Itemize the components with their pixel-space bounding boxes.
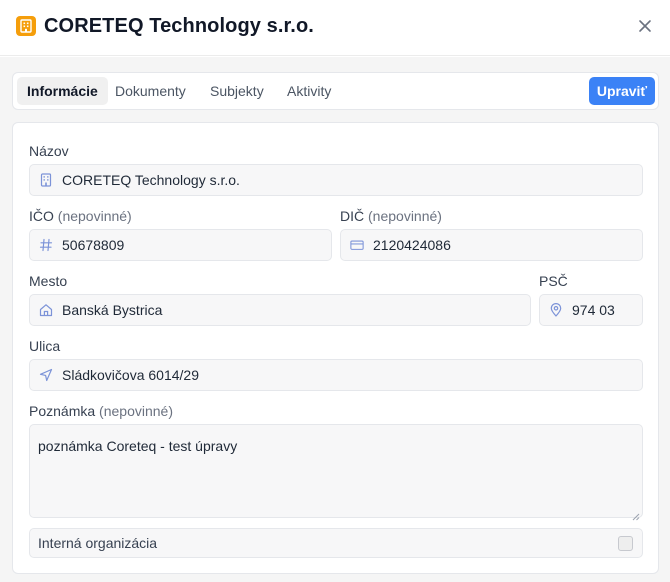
- name-value: CORETEQ Technology s.r.o.: [62, 172, 240, 188]
- dialog-header: CORETEQ Technology s.r.o.: [0, 0, 670, 56]
- street-value: Sládkovičova 6014/29: [62, 367, 199, 383]
- home-icon: [39, 303, 53, 317]
- dic-label-text: DIČ: [340, 208, 365, 224]
- dic-field[interactable]: 2120424086: [340, 229, 643, 261]
- optional-hint: (nepovinné): [368, 208, 442, 224]
- card-icon: [350, 238, 364, 252]
- note-textarea[interactable]: poznámka Coreteq - test úpravy: [29, 424, 643, 521]
- dic-value: 2120424086: [373, 237, 451, 253]
- ico-label: IČO (nepovinné): [29, 207, 132, 225]
- tab-subjekty[interactable]: Subjekty: [200, 77, 274, 105]
- tab-dokumenty[interactable]: Dokumenty: [105, 77, 196, 105]
- map-pin-icon: [549, 303, 563, 317]
- internal-org-checkbox[interactable]: [618, 536, 633, 551]
- ico-label-text: IČO: [29, 208, 54, 224]
- name-label: Názov: [29, 143, 69, 159]
- zip-field[interactable]: 974 03: [539, 294, 643, 326]
- zip-label: PSČ: [539, 273, 568, 289]
- building-icon: [39, 173, 53, 187]
- optional-hint: (nepovinné): [57, 208, 132, 224]
- internal-org-label: Interná organizácia: [38, 535, 158, 551]
- city-field[interactable]: Banská Bystrica: [29, 294, 531, 326]
- ico-field[interactable]: 50678809: [29, 229, 332, 261]
- city-value: Banská Bystrica: [62, 302, 163, 318]
- street-label: Ulica: [29, 338, 61, 354]
- optional-hint: (nepovinné): [99, 403, 173, 419]
- note-label-text: Poznámka: [29, 403, 96, 419]
- ico-value: 50678809: [62, 237, 125, 253]
- internal-org-row[interactable]: Interná organizácia: [29, 528, 643, 558]
- edit-button[interactable]: Upraviť: [589, 77, 655, 105]
- dialog-title: CORETEQ Technology s.r.o.: [44, 15, 314, 37]
- note-label: Poznámka (nepovinné): [29, 402, 173, 420]
- close-icon[interactable]: [636, 17, 654, 35]
- navigation-icon: [39, 368, 53, 382]
- tab-bar: Informácie Dokumenty Subjekty Aktivity: [12, 72, 659, 110]
- zip-value: 974 03: [572, 302, 615, 318]
- resize-handle-icon[interactable]: [632, 507, 640, 521]
- street-field[interactable]: Sládkovičova 6014/29: [29, 359, 643, 391]
- hash-icon: [39, 238, 53, 252]
- tab-aktivity[interactable]: Aktivity: [277, 77, 341, 105]
- tab-informacie[interactable]: Informácie: [17, 77, 108, 105]
- building-icon: [16, 16, 36, 36]
- note-value: poznámka Coreteq - test úpravy: [38, 438, 238, 454]
- name-field[interactable]: CORETEQ Technology s.r.o.: [29, 164, 643, 196]
- dic-label: DIČ (nepovinné): [340, 207, 442, 225]
- city-label: Mesto: [29, 273, 68, 289]
